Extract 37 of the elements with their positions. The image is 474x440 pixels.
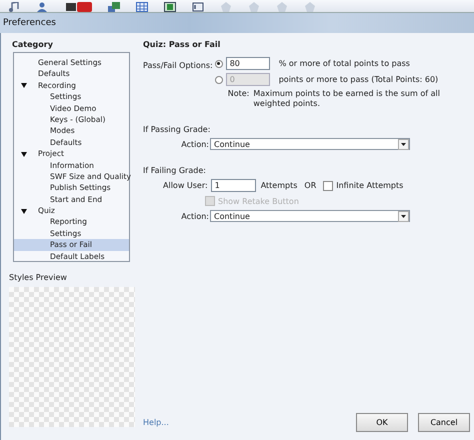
number-field[interactable]: 80 (226, 57, 270, 70)
dialog-button[interactable]: Cancel (418, 413, 470, 432)
checkbox-label: Infinite Attempts (336, 181, 404, 190)
checkbox[interactable] (323, 180, 334, 190)
dialog-button[interactable]: OK (356, 413, 408, 432)
section-heading: If Failing Grade: (143, 166, 207, 175)
option-text: % or more of total points to pass (278, 59, 410, 68)
preview-heading: Styles Preview (9, 272, 68, 284)
action-label: Action: (180, 212, 210, 220)
options-label: Pass/Fail Options: (143, 60, 213, 72)
help-link[interactable]: Help... (143, 418, 169, 427)
caret-icon[interactable] (21, 83, 27, 88)
option-text: points or more to pass (Total Points: 60) (278, 75, 438, 84)
section-heading: If Passing Grade: (143, 125, 212, 134)
video-logo-icon[interactable] (66, 2, 92, 12)
person-icon[interactable] (36, 2, 50, 12)
film-icon[interactable] (164, 2, 176, 12)
caret-icon[interactable] (21, 208, 27, 214)
allow-label: Allow User: (163, 181, 208, 190)
attempts-field[interactable]: 1 (210, 179, 256, 192)
or-text: OR (304, 181, 316, 190)
panel-title: Quiz: Pass or Fail (143, 39, 222, 51)
music-note-icon[interactable] (8, 2, 20, 12)
action-dropdown[interactable]: Continue (210, 138, 410, 150)
note-text: Maximum points to be earned is the sum of all weighted points. (253, 89, 441, 109)
note-label: Note: (228, 89, 250, 100)
radio-button[interactable] (214, 60, 223, 68)
action-label: Action: (180, 140, 210, 148)
action-dropdown[interactable]: Continue (210, 210, 410, 222)
table-icon[interactable] (136, 2, 148, 12)
attempts-text: Attempts (260, 181, 298, 190)
layers-icon[interactable] (108, 2, 120, 12)
window-title: Preferences (3, 18, 56, 28)
tag-icon[interactable] (192, 2, 204, 12)
caret-icon[interactable] (21, 152, 27, 157)
checkbox-label: Show Retake Button (218, 196, 299, 206)
category-heading: Category (11, 39, 54, 51)
